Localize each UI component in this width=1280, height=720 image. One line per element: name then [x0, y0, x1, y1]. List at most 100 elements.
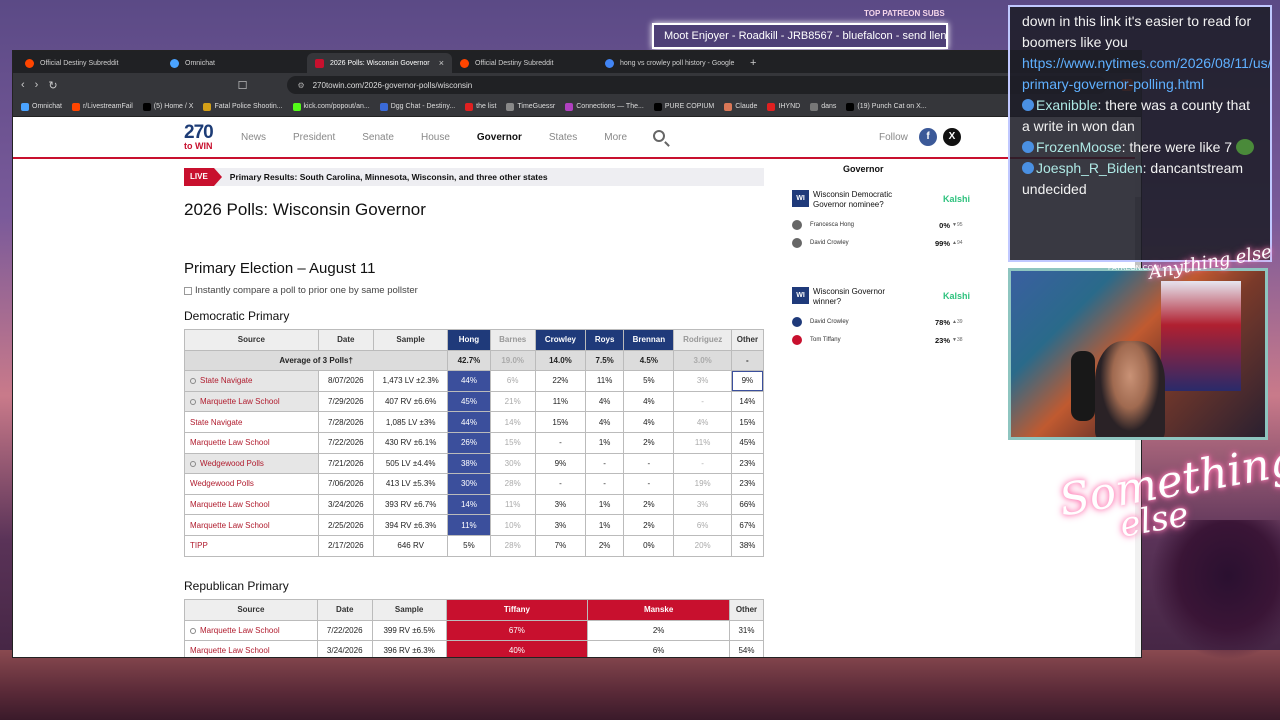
poll-row[interactable]: Marquette Law School 7/22/2026 399 RV ±6.5… [184, 619, 765, 642]
poll-row[interactable]: Wedgewood Polls 7/21/2026 505 LV ±4.4% 38% 3… [184, 452, 765, 475]
average-label: Average of 3 Polls† [183, 349, 449, 372]
tab-destiny-subreddit[interactable]: Official Destiny Subreddit [17, 53, 162, 73]
col-other[interactable]: Other [728, 599, 765, 621]
col-tiffany[interactable]: Tiffany [445, 599, 589, 621]
bookmark-item[interactable]: Dgg Chat - Destiny... [379, 102, 455, 111]
bookmark-label: Omnichat [32, 103, 62, 110]
col-source[interactable]: Source [184, 329, 319, 351]
col-other[interactable]: Other [730, 329, 765, 351]
col-sample[interactable]: Sample [372, 329, 449, 351]
tab-omnichat[interactable]: Omnichat [162, 53, 307, 73]
facebook-icon[interactable]: f [919, 128, 937, 146]
col-brennan[interactable]: Brennan [623, 329, 675, 351]
pollster-link[interactable]: Marquette Law School [184, 493, 319, 516]
poll-row[interactable]: Marquette Law School 2/25/2026 394 RV ±6.3… [184, 514, 765, 536]
col-crowley[interactable]: Crowley [534, 329, 587, 351]
poll-row[interactable]: State Navigate 8/07/2026 1,473 LV ±2.3% 44%… [184, 370, 765, 392]
market-pct: 23% [934, 335, 950, 345]
poll-row[interactable]: State Navigate 7/28/2026 1,085 LV ±3% 44% 14… [184, 411, 765, 433]
bookmark-item[interactable]: TimeGuessr [506, 102, 555, 111]
bookmark-item[interactable]: the list [465, 102, 496, 111]
chat-username: FrozenMoose [1036, 139, 1122, 155]
new-tab-button[interactable]: + [742, 53, 764, 73]
tab-wisconsin-polls[interactable]: 2026 Polls: Wisconsin Governor × [307, 53, 452, 73]
nav-news[interactable]: News [241, 132, 266, 143]
col-manske[interactable]: Manske [587, 599, 730, 621]
site-info-icon[interactable]: ⚙ [297, 81, 304, 90]
pollster-link[interactable]: Marquette Law School [184, 514, 319, 536]
bookmark-item[interactable]: PURE COPIUM [653, 102, 714, 111]
bookmark-item[interactable]: Connections — The... [565, 102, 644, 111]
chat-link[interactable]: https://www.nytimes.com/2026/08/11/us/pq… [1022, 55, 1270, 92]
poll-row[interactable]: Marquette Law School 3/24/2026 396 RV ±6.3… [184, 640, 765, 657]
poll-cell: 2% [623, 493, 675, 516]
background-ground [0, 650, 1280, 720]
compare-radio[interactable] [190, 378, 196, 385]
poll-cell: 38% [730, 534, 765, 557]
poll-row[interactable]: TIPP 2/17/2026 646 RV 5% 28% 7% 2% 0% 20% 38% [184, 534, 765, 557]
compare-radio[interactable] [190, 627, 196, 634]
poll-row[interactable]: Marquette Law School 3/24/2026 393 RV ±6.7… [184, 493, 765, 516]
tab-google-search[interactable]: hong vs crowley poll history - Google [597, 53, 742, 73]
average-row: Average of 3 Polls† 42.7% 19.0% 14.0% 7.… [183, 349, 765, 372]
close-tab-icon[interactable]: × [439, 58, 444, 68]
nav-more[interactable]: More [604, 132, 627, 143]
col-hong[interactable]: Hong [447, 329, 491, 351]
bookmark-item[interactable]: Fatal Police Shootin... [203, 102, 283, 111]
tab-destiny-subreddit-2[interactable]: Official Destiny Subreddit [452, 53, 597, 73]
market-row: Francesca Hong 0% ▼95 [792, 220, 970, 230]
live-banner[interactable]: LIVE Primary Results: South Carolina, Mi… [184, 168, 764, 186]
tab-title: hong vs crowley poll history - Google [620, 59, 735, 67]
kalshi-market-dem-nominee[interactable]: WI Wisconsin Democratic Governor nominee?… [792, 190, 970, 248]
col-date[interactable]: Date [316, 599, 373, 621]
bookmark-item[interactable]: IHYND [767, 102, 800, 111]
kalshi-market-governor-winner[interactable]: WI Wisconsin Governor winner? Kalshi Davi… [792, 287, 970, 345]
bookmark-item[interactable]: kick.com/popout/an... [292, 102, 370, 111]
nav-president[interactable]: President [293, 132, 335, 143]
col-source[interactable]: Source [184, 599, 318, 621]
search-icon[interactable] [653, 130, 665, 142]
col-date[interactable]: Date [317, 329, 374, 351]
pollster-link[interactable]: Wedgewood Polls [184, 452, 319, 475]
pollster-link[interactable]: State Navigate [184, 370, 319, 392]
nav-governor[interactable]: Governor [477, 132, 522, 143]
pollster-link[interactable]: Marquette Law School [184, 619, 318, 642]
poll-row[interactable]: Marquette Law School 7/29/2026 407 RV ±6.6… [184, 390, 765, 413]
compare-radio[interactable] [190, 398, 196, 405]
bookmark-star-icon[interactable]: ☐ [238, 79, 248, 92]
poll-row[interactable]: Wedgewood Polls 7/06/2026 413 LV ±5.3% 30% 2… [184, 473, 765, 495]
col-barnes[interactable]: Barnes [489, 329, 536, 351]
back-icon[interactable]: ‹ [21, 79, 25, 91]
url-input[interactable]: ⚙ 270towin.com/2026-governor-polls/wisco… [287, 76, 1107, 94]
bookmark-item[interactable]: (19) Punch Cat on X... [846, 102, 927, 111]
compare-checkbox[interactable] [184, 286, 192, 295]
bookmark-label: (19) Punch Cat on X... [857, 103, 927, 110]
nav-senate[interactable]: Senate [362, 132, 394, 143]
col-sample[interactable]: Sample [371, 599, 447, 621]
bookmark-item[interactable]: Omnichat [21, 102, 62, 111]
poll-row[interactable]: Marquette Law School 7/22/2026 430 RV ±6.1… [184, 431, 765, 454]
poll-cell: 1% [585, 514, 625, 536]
bookmark-item[interactable]: (5) Home / X [142, 102, 193, 111]
bookmark-label: kick.com/popout/an... [303, 103, 370, 110]
col-rodriguez[interactable]: Rodriguez [673, 329, 732, 351]
nav-states[interactable]: States [549, 132, 577, 143]
pollster-link[interactable]: Marquette Law School [184, 431, 319, 454]
pollster-link[interactable]: State Navigate [184, 411, 319, 433]
pollster-link[interactable]: Marquette Law School [184, 640, 318, 657]
x-icon[interactable]: X [943, 128, 961, 146]
reload-icon[interactable]: ↻ [48, 79, 57, 92]
pollster-link[interactable]: TIPP [184, 534, 319, 557]
bookmark-item[interactable]: r/LivestreamFail [71, 102, 133, 111]
bookmark-item[interactable]: Claude [724, 102, 757, 111]
col-roys[interactable]: Roys [585, 329, 625, 351]
pollster-link[interactable]: Wedgewood Polls [184, 473, 319, 495]
forward-icon[interactable]: › [35, 79, 39, 91]
pollster-link[interactable]: Marquette Law School [184, 390, 319, 413]
site-logo[interactable]: 270 to WIN [184, 123, 214, 151]
nav-house[interactable]: House [421, 132, 450, 143]
bookmark-item[interactable]: dans [810, 102, 836, 111]
poll-cell: 1% [585, 431, 625, 454]
compare-polls-toggle[interactable]: Instantly compare a poll to prior one by… [184, 285, 418, 296]
compare-radio[interactable] [190, 460, 196, 467]
